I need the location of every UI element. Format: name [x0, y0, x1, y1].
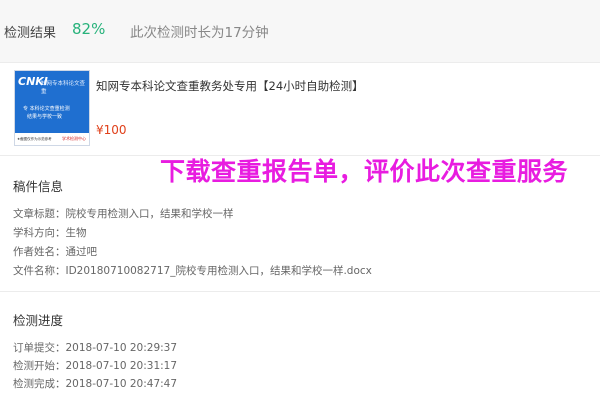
row-key: 检测完成：: [13, 378, 66, 390]
progress-row-completed: 检测完成：2018-07-10 20:47:47: [13, 376, 177, 391]
row-value: 生物: [65, 227, 87, 239]
row-key: 学科方向：: [13, 227, 66, 239]
manuscript-row-subject: 学科方向：生物: [13, 225, 87, 240]
row-key: 检测开始：: [13, 360, 66, 372]
row-value: ID20180710082717_院校专用检测入口，结果和学校一样.docx: [65, 265, 372, 277]
manuscript-row-author: 作者姓名：通过吧: [13, 244, 97, 259]
brand-subtitle: 知网专本科论文查重: [41, 81, 86, 95]
row-key: 文章标题：: [13, 208, 66, 220]
row-key: 作者姓名：: [13, 246, 66, 258]
promo-overlay-text: 下载查重报告单，评价此次查重服务: [160, 157, 569, 186]
manuscript-section-title: 稿件信息: [13, 179, 64, 194]
page: 检测结果 82% 此次检测时长为17分钟 CNKI 知网专本科论文查重 专 本科…: [0, 0, 600, 400]
thumbnail-footer-right: 学术检测中心: [62, 136, 86, 141]
product-title-link[interactable]: 知网专本科论文查重教务处专用【24小时自助检测】: [96, 78, 364, 94]
row-value: 通过吧: [65, 246, 98, 258]
thumbnail-line-2: 结果与学校一致: [27, 114, 63, 120]
progress-section-title: 检测进度: [13, 313, 64, 328]
thumbnail-footer-left: ★截图仅作为示范参考: [17, 137, 52, 141]
result-label: 检测结果: [4, 26, 57, 41]
product-card: CNKI 知网专本科论文查重 专 本科论文查重检测 结果与学校一致 ★截图仅作为…: [0, 62, 600, 152]
row-value: 2018-07-10 20:47:47: [65, 378, 178, 390]
row-value: 2018-07-10 20:31:17: [65, 360, 178, 372]
thumbnail-line-1: 专 本科论文查重检测: [23, 106, 70, 112]
thumbnail-footer: ★截图仅作为示范参考 学术检测中心: [15, 133, 89, 145]
divider: [0, 291, 600, 292]
row-value: 2018-07-10 20:29:37: [65, 342, 178, 354]
duration-text: 此次检测时长为17分钟: [130, 25, 269, 41]
progress-row-started: 检测开始：2018-07-10 20:31:17: [13, 358, 177, 373]
row-key: 订单提交：: [13, 342, 66, 354]
product-price: ¥100: [96, 123, 127, 137]
result-header: 检测结果 82% 此次检测时长为17分钟: [0, 0, 600, 63]
manuscript-row-filename: 文件名称：ID20180710082717_院校专用检测入口，结果和学校一样.d…: [13, 263, 372, 278]
manuscript-row-title: 文章标题：院校专用检测入口，结果和学校一样: [13, 206, 234, 221]
row-key: 文件名称：: [13, 265, 66, 277]
product-thumbnail[interactable]: CNKI 知网专本科论文查重 专 本科论文查重检测 结果与学校一致 ★截图仅作为…: [14, 70, 90, 146]
result-percent: 82%: [72, 20, 106, 38]
progress-row-submitted: 订单提交：2018-07-10 20:29:37: [13, 340, 177, 355]
row-value: 院校专用检测入口，结果和学校一样: [65, 208, 234, 220]
